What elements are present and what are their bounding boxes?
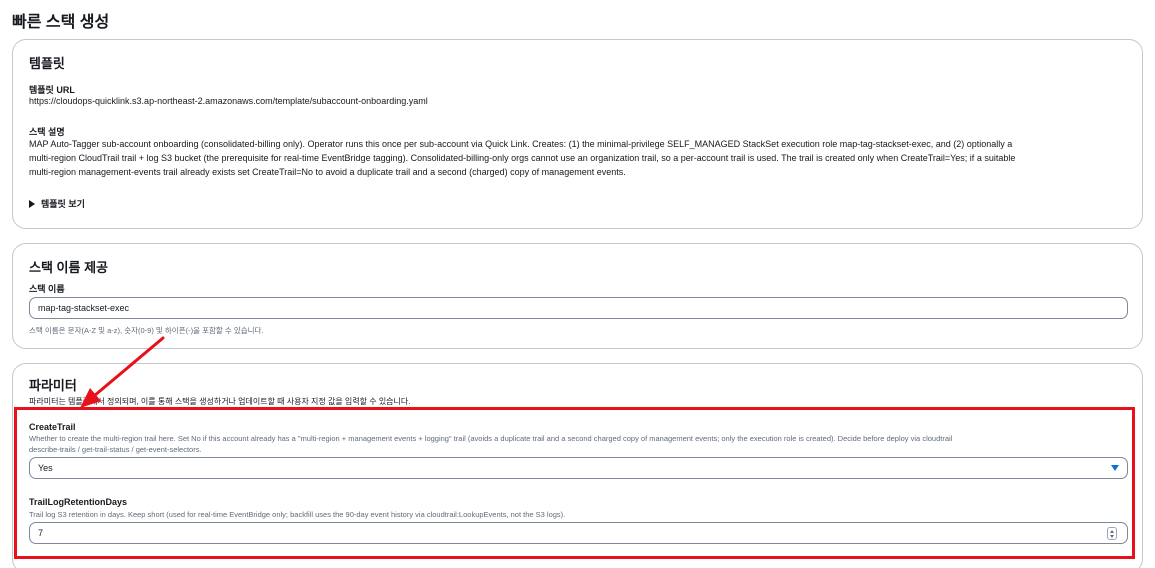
parameters-description: 파라미터는 템플릿에서 정의되며, 이를 통해 스택을 생성하거나 업데이트할 …	[29, 397, 411, 406]
stack-name-input-value: map-tag-stackset-exec	[38, 303, 130, 313]
stack-name-panel-title: 스택 이름 제공	[29, 260, 108, 275]
caret-right-icon	[29, 199, 35, 208]
view-template-expander[interactable]: 템플릿 보기	[29, 197, 85, 210]
template-url-value: https://cloudops-quicklink.s3.ap-northea…	[29, 96, 428, 106]
stack-description-line-1: MAP Auto-Tagger sub-account onboarding (…	[29, 139, 1013, 149]
stack-name-panel: 스택 이름 제공 스택 이름 map-tag-stackset-exec 스택 …	[12, 243, 1143, 349]
stack-name-input[interactable]: map-tag-stackset-exec	[29, 297, 1128, 319]
stack-name-label: 스택 이름	[29, 284, 65, 294]
parameters-panel-title: 파라미터	[29, 378, 77, 393]
template-panel-title: 템플릿	[29, 56, 65, 71]
highlight-annotation-box	[14, 407, 1135, 559]
template-panel: 템플릿 템플릿 URL https://cloudops-quicklink.s…	[12, 39, 1143, 229]
stack-name-hint: 스택 이름은 문자(A-Z 및 a-z), 숫자(0-9) 및 하이픈(-)을 …	[29, 326, 264, 335]
page-title: 빠른 스택 생성	[12, 14, 110, 31]
view-template-label: 템플릿 보기	[41, 199, 85, 209]
stack-description-line-2: multi-region CloudTrail trail + log S3 b…	[29, 153, 1016, 163]
stack-description-line-3: multi-region management-events trail alr…	[29, 167, 626, 177]
